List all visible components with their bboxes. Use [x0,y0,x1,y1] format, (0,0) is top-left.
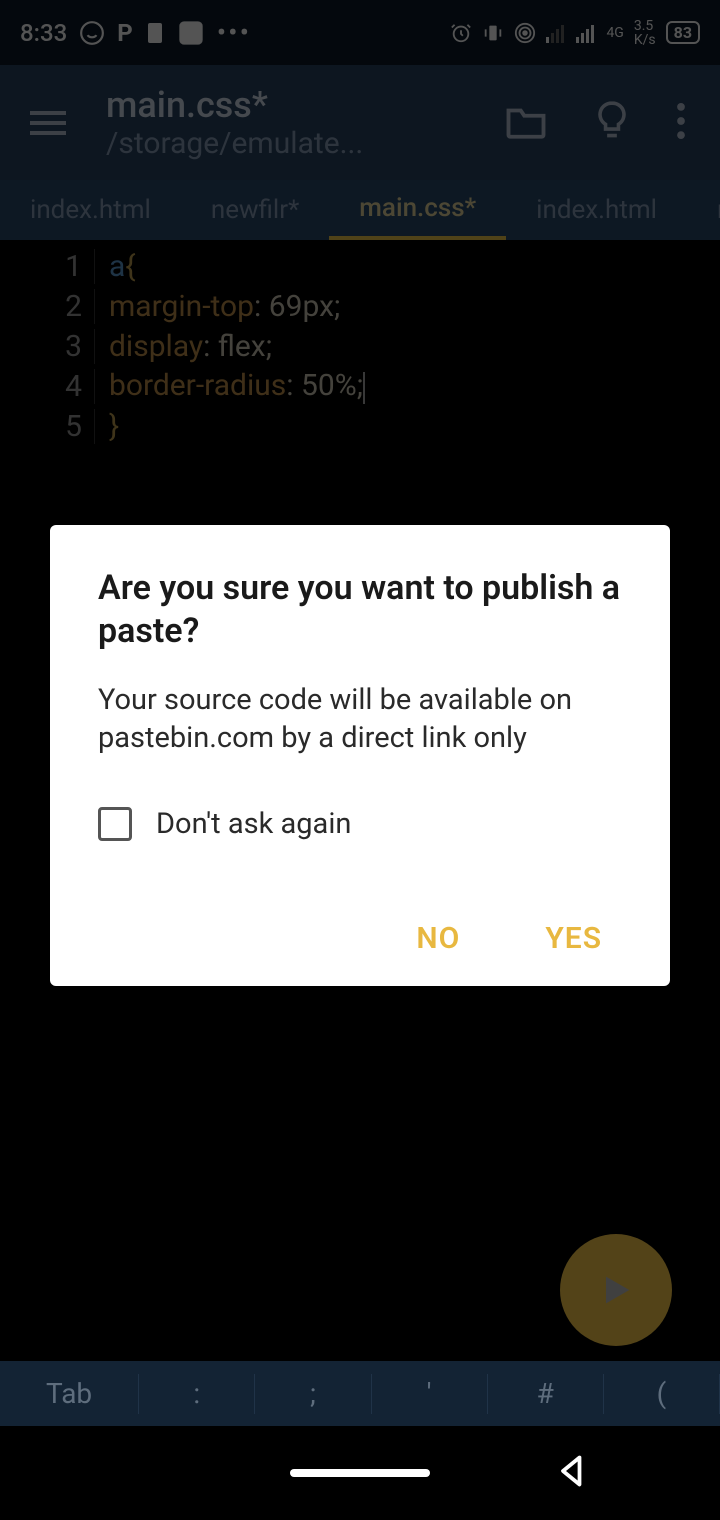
dont-ask-checkbox[interactable] [98,807,132,841]
system-nav-bar [0,1426,720,1520]
home-pill[interactable] [290,1469,430,1477]
symbol-key-1[interactable]: : [139,1374,255,1414]
run-fab[interactable] [560,1234,672,1346]
back-icon[interactable] [554,1453,590,1493]
dialog-body: Your source code will be available on pa… [98,682,622,757]
symbol-key-2[interactable]: ; [255,1374,371,1414]
yes-button[interactable]: YES [545,921,602,956]
dont-ask-label: Don't ask again [156,807,351,841]
dialog-title: Are you sure you want to publish a paste… [98,567,622,652]
symbol-toolbar[interactable]: Tab:;'#( [0,1361,720,1426]
play-icon [596,1270,636,1310]
no-button[interactable]: NO [416,921,460,956]
symbol-key-4[interactable]: # [488,1374,604,1414]
symbol-key-5[interactable]: ( [604,1374,720,1414]
symbol-key-3[interactable]: ' [372,1374,488,1414]
publish-dialog: Are you sure you want to publish a paste… [50,525,670,986]
symbol-key-0[interactable]: Tab [0,1374,139,1414]
